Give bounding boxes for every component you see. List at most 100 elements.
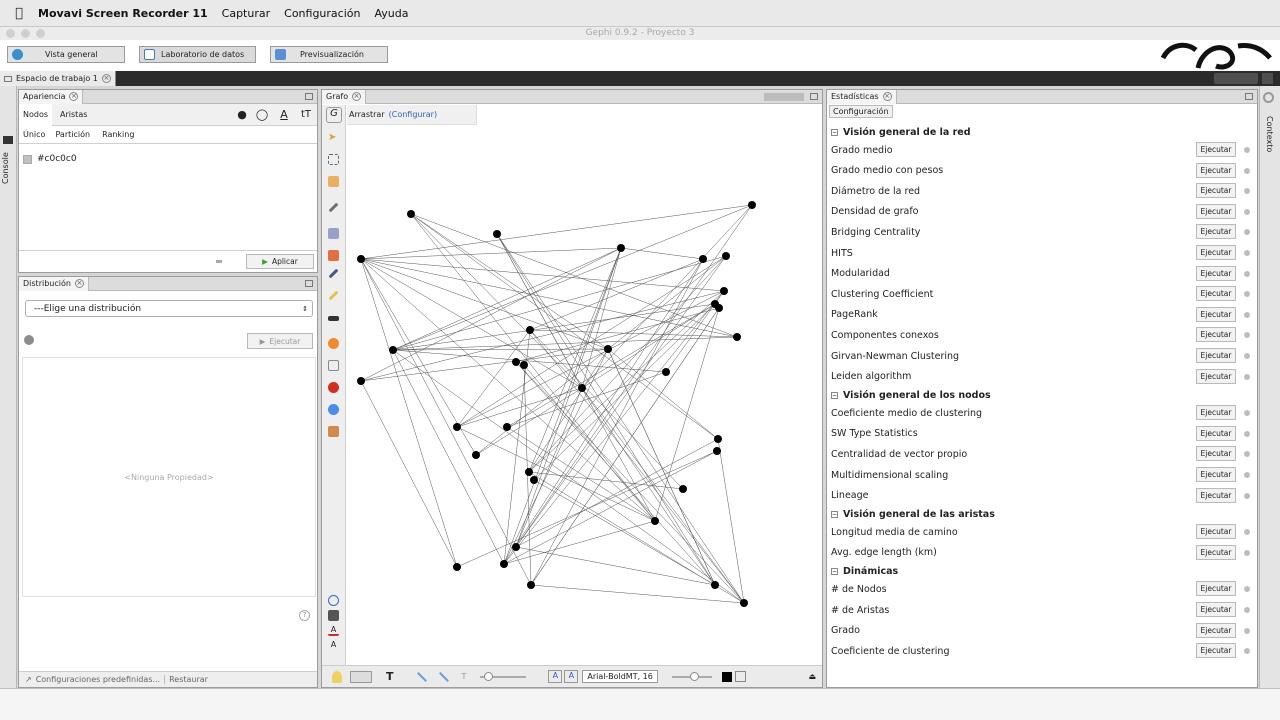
graph-tab[interactable]: Grafo × <box>322 89 367 104</box>
graph-node[interactable] <box>699 255 707 263</box>
graph-node[interactable] <box>713 447 721 455</box>
apple-icon[interactable]:  <box>0 6 38 21</box>
run-statistic-button[interactable]: Ejecutar <box>1196 327 1236 343</box>
tab-partition[interactable]: Partición <box>49 130 96 139</box>
graph-node[interactable] <box>679 485 687 493</box>
run-statistic-button[interactable]: Ejecutar <box>1196 487 1236 503</box>
pencil-icon[interactable] <box>328 268 339 279</box>
run-statistic-button[interactable]: Ejecutar <box>1196 162 1236 178</box>
edge-scale-slider[interactable] <box>480 671 527 681</box>
graph-node[interactable] <box>604 345 612 353</box>
context-tab[interactable]: Contexto <box>1265 116 1274 152</box>
graph-node[interactable] <box>500 560 508 568</box>
restore-button[interactable]: Restaurar <box>165 675 208 684</box>
graph-node[interactable] <box>357 377 365 385</box>
run-statistic-button[interactable]: Ejecutar <box>1196 245 1236 260</box>
run-statistic-button[interactable]: Ejecutar <box>1196 581 1236 597</box>
graph-node[interactable] <box>493 230 501 238</box>
collapse-icon[interactable]: − <box>831 392 838 400</box>
run-statistic-button[interactable]: Ejecutar <box>1196 544 1236 560</box>
maximize-icon[interactable] <box>305 280 313 287</box>
text-tool-icon[interactable]: T <box>386 670 394 683</box>
collapse-icon[interactable]: − <box>831 129 838 136</box>
collapse-icon[interactable]: − <box>831 568 838 576</box>
run-statistic-button[interactable]: Ejecutar <box>1196 203 1236 219</box>
preview-button[interactable]: Previsualización <box>270 46 388 63</box>
graph-node[interactable] <box>453 563 461 571</box>
graph-node[interactable] <box>503 423 511 431</box>
run-statistic-button[interactable]: Ejecutar <box>1196 306 1236 322</box>
graph-node[interactable] <box>472 451 480 459</box>
size-icon[interactable]: ◯ <box>251 108 273 121</box>
graph-node[interactable] <box>578 384 586 392</box>
graph-node[interactable] <box>617 244 625 252</box>
menu-ayuda[interactable]: Ayuda <box>374 7 408 20</box>
text-size-icon[interactable]: A <box>328 640 339 651</box>
graph-node[interactable] <box>748 201 756 209</box>
label-settings-icon[interactable] <box>734 671 746 682</box>
workspace-tab[interactable]: Espacio de trabajo 1 × <box>0 71 116 86</box>
graph-node[interactable] <box>662 368 670 376</box>
graph-node[interactable] <box>714 435 722 443</box>
tab-nodes[interactable]: Nodos <box>19 103 53 126</box>
appearance-tab[interactable]: Apariencia × <box>19 89 84 104</box>
label-color-icon[interactable]: A <box>273 108 295 121</box>
unique-color-row[interactable]: #c0c0c0 <box>23 154 77 164</box>
graph-node[interactable] <box>357 255 365 263</box>
info-icon[interactable] <box>24 335 34 345</box>
close-icon[interactable]: × <box>101 74 111 83</box>
gephi-tool-icon[interactable]: G <box>326 107 342 123</box>
run-statistic-button[interactable]: Ejecutar <box>1196 446 1236 462</box>
tab-edges[interactable]: Aristas <box>52 110 95 119</box>
graph-node[interactable] <box>512 543 520 551</box>
graph-node[interactable] <box>527 581 535 589</box>
pointer-icon[interactable]: ➤ <box>328 132 339 143</box>
distribution-run-button[interactable]: ▶ Ejecutar <box>247 333 313 349</box>
auto-apply-icon[interactable] <box>216 260 222 263</box>
close-window-button[interactable] <box>6 29 15 38</box>
brush-icon[interactable] <box>328 202 339 213</box>
run-statistic-button[interactable]: Ejecutar <box>1196 183 1236 199</box>
graph-node[interactable] <box>722 252 730 260</box>
graph-nav-arrows[interactable] <box>764 92 804 101</box>
drag-icon[interactable] <box>328 176 339 187</box>
font-shrink-button[interactable]: A <box>564 670 579 683</box>
palette-icon[interactable]: ● <box>233 108 251 121</box>
edge-line-icon[interactable] <box>416 671 427 682</box>
chrome-icon[interactable] <box>328 404 339 415</box>
run-statistic-button[interactable]: Ejecutar <box>1196 643 1236 659</box>
graph-node[interactable] <box>720 287 728 295</box>
data-lab-button[interactable]: Laboratorio de datos <box>139 46 256 63</box>
statistics-section-header[interactable]: − Visión general de las aristas <box>831 508 1259 521</box>
font-grow-button[interactable]: A <box>548 670 563 683</box>
zoom-icon[interactable] <box>328 595 339 606</box>
menu-configuracion[interactable]: Configuración <box>284 7 360 20</box>
graph-node[interactable] <box>526 326 534 334</box>
graph-node[interactable] <box>530 476 538 484</box>
statistics-section-header[interactable]: − Visión general de la red <box>831 126 1259 139</box>
run-statistic-button[interactable]: Ejecutar <box>1196 368 1236 384</box>
font-selector[interactable]: Arial-BoldMT, 16 <box>582 670 658 683</box>
run-statistic-button[interactable]: Ejecutar <box>1196 524 1236 540</box>
gear-orange-icon[interactable] <box>328 338 339 349</box>
run-statistic-button[interactable]: Ejecutar <box>1196 142 1236 157</box>
workspace-menu-button[interactable] <box>1262 73 1273 84</box>
camera-icon[interactable] <box>328 426 339 437</box>
distribution-select[interactable]: ---Elige una distribución ⇕ <box>25 300 313 317</box>
label-color-swatch[interactable] <box>721 671 732 682</box>
color-swatch[interactable] <box>23 154 32 164</box>
run-statistic-button[interactable]: Ejecutar <box>1196 622 1236 638</box>
maximize-icon[interactable] <box>305 93 313 100</box>
configure-link[interactable]: (Configurar) <box>389 110 437 119</box>
expand-icon[interactable]: ⏏ <box>808 672 816 681</box>
run-statistic-button[interactable]: Ejecutar <box>1196 405 1236 421</box>
text-color-icon[interactable]: A <box>328 625 339 636</box>
paint-icon[interactable] <box>328 250 339 261</box>
graph-node[interactable] <box>733 333 741 341</box>
statistics-tab[interactable]: Estadísticas × <box>827 89 897 104</box>
edge-color-icon[interactable] <box>438 671 449 682</box>
graph-node[interactable] <box>715 304 723 312</box>
close-icon[interactable]: × <box>882 92 892 101</box>
run-statistic-button[interactable]: Ejecutar <box>1196 265 1236 281</box>
run-statistic-button[interactable]: Ejecutar <box>1196 348 1236 363</box>
